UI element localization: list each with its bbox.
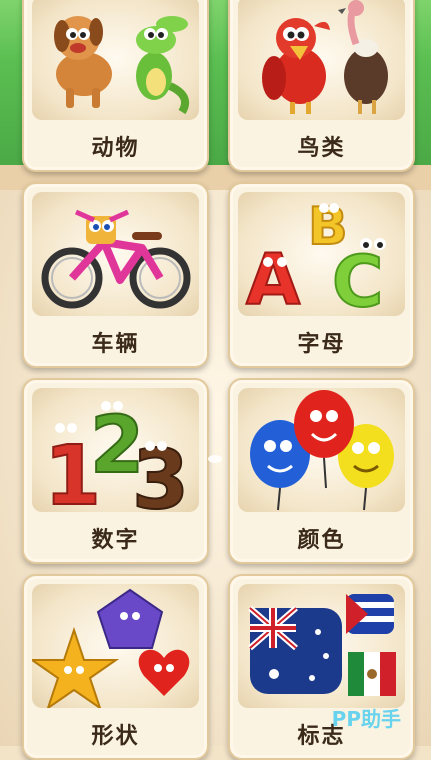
category-card-shapes[interactable]: 形状 bbox=[22, 574, 209, 760]
shapes-star-pentagon-heart-icon bbox=[32, 584, 199, 708]
category-label: 形状 bbox=[91, 724, 140, 749]
category-label: 字母 bbox=[297, 332, 346, 357]
category-label: 车辆 bbox=[91, 332, 140, 357]
animals-dog-crocodile-icon bbox=[32, 0, 199, 120]
category-label: 鸟类 bbox=[297, 136, 346, 161]
numbers-123-icon: 1 2 3 bbox=[32, 388, 199, 512]
category-label: 动物 bbox=[91, 136, 140, 161]
category-card-animals[interactable]: 动物 bbox=[22, 0, 209, 172]
category-card-flags[interactable]: 标志 bbox=[228, 574, 415, 760]
category-label: 数字 bbox=[91, 528, 140, 553]
category-card-vehicles[interactable]: 车辆 bbox=[22, 182, 209, 368]
category-card-colors[interactable]: 颜色 bbox=[228, 378, 415, 564]
svg-text:A: A bbox=[246, 239, 300, 316]
category-card-letters[interactable]: B A C 字母 bbox=[228, 182, 415, 368]
svg-text:C: C bbox=[332, 241, 383, 316]
scroll-indicator bbox=[208, 455, 222, 463]
vehicle-bicycle-icon bbox=[32, 192, 199, 316]
birds-parrot-vulture-icon bbox=[238, 0, 405, 120]
watermark: PP助手 bbox=[331, 707, 401, 731]
category-card-birds[interactable]: 鸟类 bbox=[228, 0, 415, 172]
category-label: 颜色 bbox=[297, 528, 346, 553]
category-card-numbers[interactable]: 1 2 3 数字 bbox=[22, 378, 209, 564]
flags-icon bbox=[238, 584, 405, 708]
colors-balloons-icon bbox=[238, 388, 405, 512]
letters-abc-icon: B A C bbox=[238, 192, 405, 316]
